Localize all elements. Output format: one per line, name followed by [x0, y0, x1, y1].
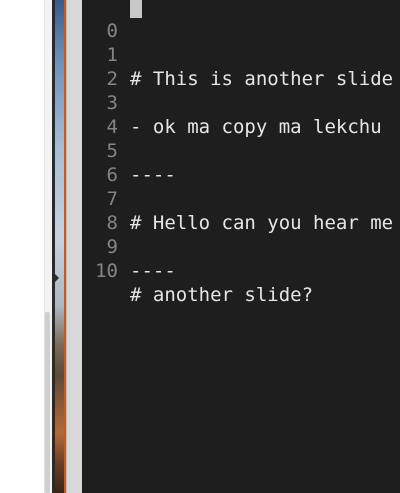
- editor-line[interactable]: 4: [82, 91, 400, 138]
- line-text[interactable]: # another slide?: [130, 283, 313, 307]
- editor-line[interactable]: 0: [82, 0, 400, 42]
- editor-side-gutter: [66, 0, 83, 493]
- left-window-pane: [0, 0, 46, 493]
- editor-line[interactable]: 7 # Hello can you hear me: [82, 163, 400, 234]
- screen: 0 1 # This is another slide 2 3 - ok ma …: [0, 0, 400, 493]
- text-cursor: [130, 0, 142, 18]
- editor-line[interactable]: 6: [82, 139, 400, 186]
- editor-line[interactable]: 10 # another slide?: [82, 235, 400, 306]
- caret-right-icon: [55, 274, 59, 282]
- left-pane-scrollbar-thumb[interactable]: [45, 312, 50, 493]
- editor-line[interactable]: 3 - ok ma copy ma lekchu: [82, 67, 400, 138]
- editor-line[interactable]: 9 ----: [82, 211, 400, 282]
- editor-line[interactable]: 2: [82, 43, 400, 90]
- line-number: 10: [95, 260, 118, 282]
- markdown-editor[interactable]: 0 1 # This is another slide 2 3 - ok ma …: [82, 0, 400, 493]
- editor-line[interactable]: 8: [82, 187, 400, 234]
- editor-line[interactable]: 1 # This is another slide: [82, 19, 400, 90]
- editor-line[interactable]: 5 ----: [82, 115, 400, 186]
